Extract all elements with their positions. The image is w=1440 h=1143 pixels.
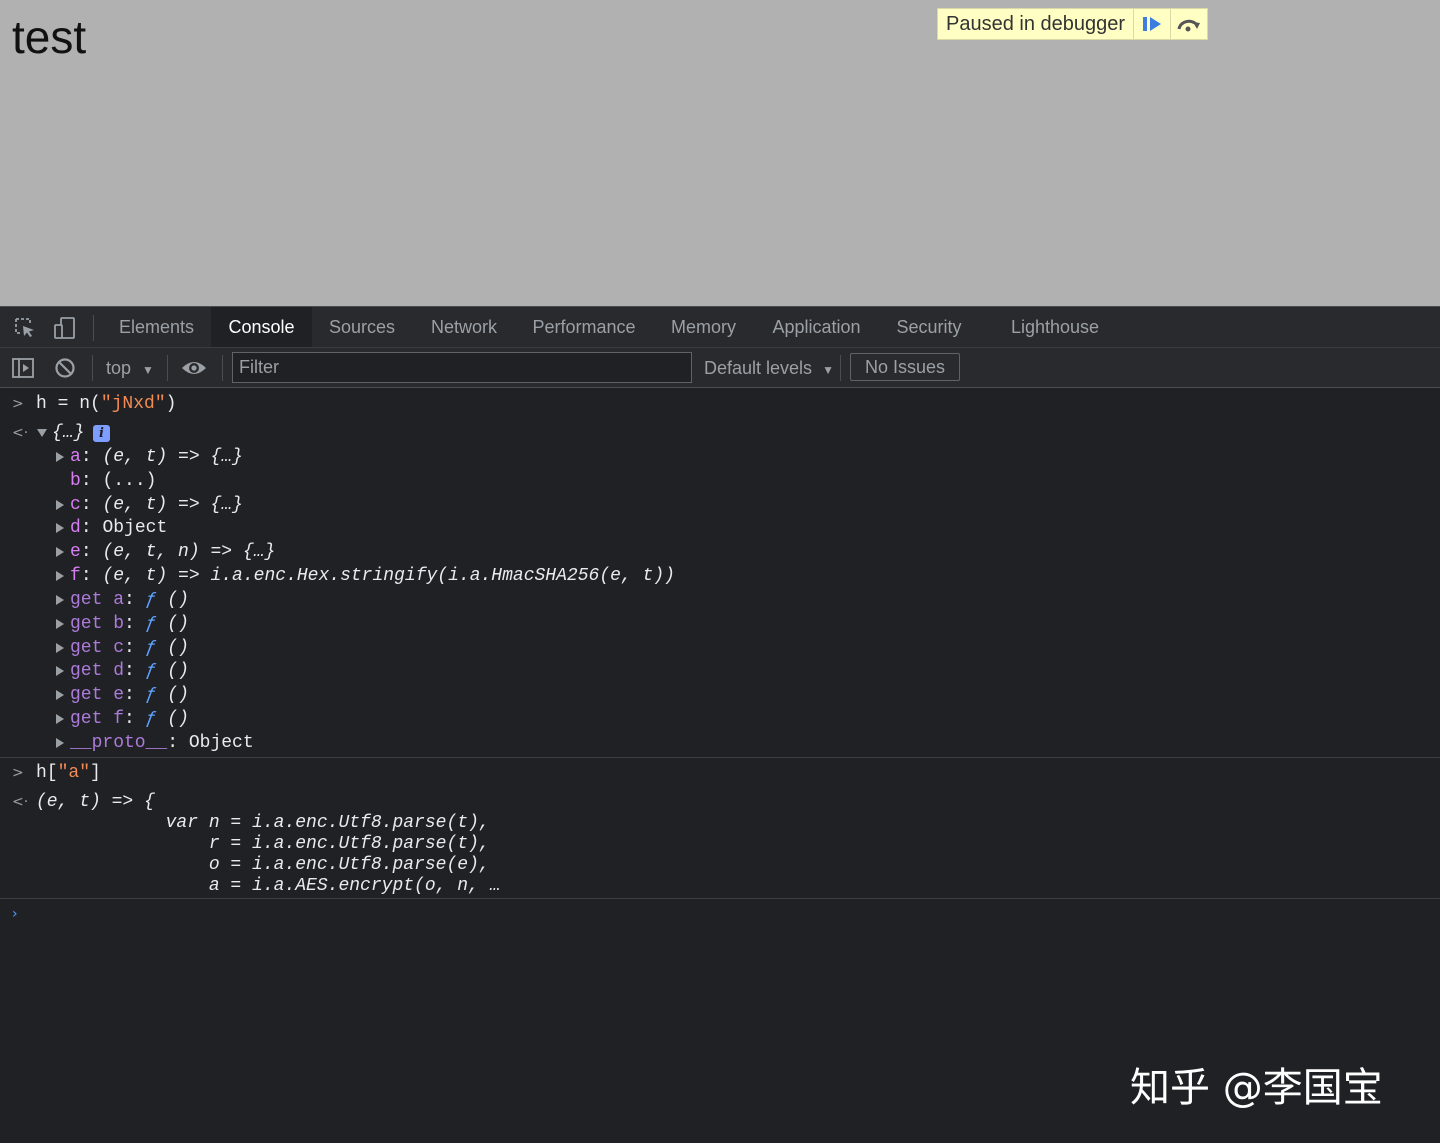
console-prompt-icon: › bbox=[12, 906, 18, 922]
toolbar-divider bbox=[93, 315, 94, 341]
watermark: 知乎 @李国宝 bbox=[1130, 1065, 1383, 1111]
object-summary[interactable]: {…} bbox=[52, 422, 84, 444]
console-message-divider bbox=[0, 757, 1440, 758]
function-source-line[interactable]: (e, t) => { bbox=[36, 791, 155, 813]
expand-triangle-icon[interactable] bbox=[56, 541, 66, 563]
expand-triangle-icon[interactable] bbox=[56, 732, 66, 754]
show-sidebar-button[interactable] bbox=[10, 355, 36, 381]
device-mode-icon bbox=[54, 317, 75, 339]
expand-triangle-icon[interactable] bbox=[56, 613, 66, 635]
result-arrow-icon: <· bbox=[12, 425, 29, 441]
log-levels-label: Default levels bbox=[704, 358, 813, 378]
expand-triangle-icon[interactable] bbox=[56, 494, 66, 516]
live-expression-button[interactable] bbox=[181, 355, 207, 381]
tab-console[interactable]: Console bbox=[211, 307, 312, 347]
tab-memory[interactable]: Memory bbox=[657, 307, 750, 347]
issues-button[interactable]: No Issues bbox=[850, 353, 961, 381]
toolbar-divider bbox=[840, 355, 841, 381]
tab-lighthouse[interactable]: Lighthouse bbox=[997, 307, 1113, 347]
property-row[interactable]: e: (e, t, n) => {…} bbox=[70, 541, 275, 563]
toolbar-divider bbox=[167, 355, 168, 381]
getter-row[interactable]: get e: ƒ () bbox=[70, 684, 189, 706]
info-icon[interactable]: i bbox=[93, 425, 110, 442]
step-over-button[interactable] bbox=[1170, 9, 1207, 39]
console-output: > h = n("jNxd") <· {…} i a: (e, t) => {…… bbox=[0, 388, 1440, 1143]
console-input-line: h["a"] bbox=[36, 763, 101, 783]
property-row[interactable]: f: (e, t) => i.a.enc.Hex.stringify(i.a.H… bbox=[70, 565, 675, 587]
property-row[interactable]: d: Object bbox=[70, 517, 167, 539]
input-prompt-icon: > bbox=[12, 765, 24, 781]
function-source-line: var n = i.a.enc.Utf8.parse(t), bbox=[36, 813, 490, 833]
tab-performance[interactable]: Performance bbox=[520, 307, 648, 347]
resume-icon bbox=[1143, 17, 1162, 31]
expand-triangle-icon[interactable] bbox=[56, 684, 66, 706]
expand-triangle-icon[interactable] bbox=[56, 660, 66, 682]
property-row[interactable]: b: (...) bbox=[70, 470, 156, 492]
resume-button[interactable] bbox=[1133, 9, 1170, 39]
tab-application[interactable]: Application bbox=[760, 307, 873, 347]
toolbar-divider bbox=[222, 355, 223, 381]
console-prompt-input[interactable] bbox=[34, 902, 1424, 926]
toolbar-divider bbox=[92, 355, 93, 381]
console-input-line: h = n("jNxd") bbox=[36, 394, 177, 414]
tab-sources[interactable]: Sources bbox=[314, 307, 410, 347]
tab-network[interactable]: Network bbox=[414, 307, 514, 347]
dropdown-arrow-icon: ▼ bbox=[822, 363, 834, 377]
function-source-line: o = i.a.enc.Utf8.parse(e), bbox=[36, 855, 490, 875]
inspect-element-button[interactable] bbox=[12, 315, 38, 341]
expand-triangle-icon[interactable] bbox=[56, 637, 66, 659]
sidebar-toggle-icon bbox=[12, 358, 34, 378]
tab-security[interactable]: Security bbox=[884, 307, 974, 347]
filter-input[interactable] bbox=[232, 352, 692, 383]
function-source-line: r = i.a.enc.Utf8.parse(t), bbox=[36, 834, 490, 854]
paused-label: Paused in debugger bbox=[946, 13, 1126, 35]
collapse-triangle-icon[interactable] bbox=[37, 422, 47, 444]
step-over-icon bbox=[1177, 19, 1201, 32]
proto-row[interactable]: __proto__: Object bbox=[70, 732, 254, 754]
result-arrow-icon: <· bbox=[12, 794, 29, 810]
device-toolbar-button[interactable] bbox=[52, 315, 78, 341]
expand-triangle-icon[interactable] bbox=[56, 446, 66, 468]
clear-console-icon bbox=[55, 358, 75, 378]
devtools-panel: Elements Console Sources Network Perform… bbox=[0, 306, 1440, 1143]
input-prompt-icon: > bbox=[12, 396, 24, 412]
getter-row[interactable]: get b: ƒ () bbox=[70, 613, 189, 635]
page-heading: test bbox=[12, 11, 87, 63]
getter-row[interactable]: get f: ƒ () bbox=[70, 708, 189, 730]
log-levels-dropdown[interactable]: Default levels ▼ bbox=[704, 348, 834, 390]
expand-triangle-icon[interactable] bbox=[56, 589, 66, 611]
expand-triangle-icon[interactable] bbox=[56, 708, 66, 730]
paused-in-debugger-banner: Paused in debugger bbox=[937, 8, 1209, 40]
getter-row[interactable]: get d: ƒ () bbox=[70, 660, 189, 682]
expand-triangle-icon[interactable] bbox=[56, 517, 66, 539]
getter-row[interactable]: get a: ƒ () bbox=[70, 589, 189, 611]
context-value: top bbox=[106, 358, 132, 378]
function-source-line: a = i.a.AES.encrypt(o, n, … bbox=[36, 876, 501, 896]
property-row[interactable]: c: (e, t) => {…} bbox=[70, 494, 243, 516]
dropdown-arrow-icon: ▼ bbox=[142, 363, 154, 377]
getter-row[interactable]: get c: ƒ () bbox=[70, 637, 189, 659]
page-viewport: test Paused in debugger bbox=[0, 0, 1440, 306]
devtools-tab-bar: Elements Console Sources Network Perform… bbox=[0, 306, 1440, 348]
clear-console-button[interactable] bbox=[52, 355, 78, 381]
inspect-cursor-icon bbox=[15, 318, 34, 337]
console-toolbar: top ▼ Default levels ▼ No Issues bbox=[0, 348, 1440, 388]
property-row[interactable]: a: (e, t) => {…} bbox=[70, 446, 243, 468]
expand-triangle-icon[interactable] bbox=[56, 565, 66, 587]
console-message-divider bbox=[0, 898, 1440, 899]
tab-elements[interactable]: Elements bbox=[104, 307, 209, 347]
eye-icon bbox=[182, 362, 206, 374]
context-selector[interactable]: top ▼ bbox=[106, 348, 154, 390]
